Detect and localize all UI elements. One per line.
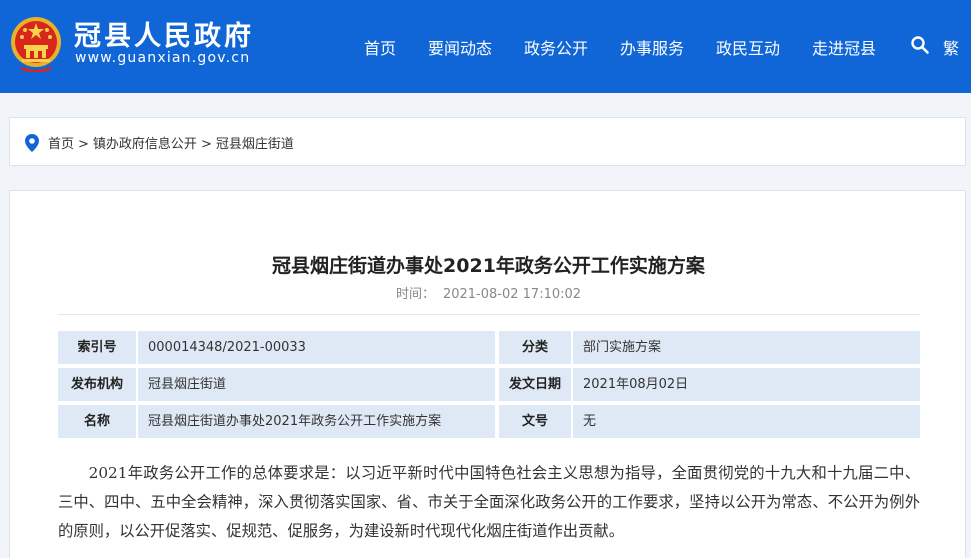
issue-date-label: 发文日期 — [499, 368, 571, 401]
nav-item-interaction[interactable]: 政民互动 — [716, 35, 780, 59]
breadcrumb-town-info[interactable]: 镇办政府信息公开 — [93, 137, 197, 152]
time-value: 2021-08-02 17:10:02 — [442, 287, 582, 302]
nav-item-news[interactable]: 要闻动态 — [428, 35, 492, 59]
breadcrumb-separator: > — [78, 137, 89, 152]
search-icon[interactable] — [910, 35, 930, 55]
article-body: 2021年政务公开工作的总体要求是：以习近平新时代中国特色社会主义思想为指导，全… — [58, 464, 920, 540]
location-pin-icon — [25, 134, 39, 152]
publisher-label: 发布机构 — [58, 368, 136, 401]
metadata-row: 索引号 000014348/2021-00033 分类 部门实施方案 — [58, 331, 920, 364]
metadata-row: 名称 冠县烟庄街道办事处2021年政务公开工作实施方案 文号 无 — [58, 405, 920, 438]
doc-name-label: 名称 — [58, 405, 136, 438]
doc-number-label: 文号 — [499, 405, 571, 438]
article-container: 冠县烟庄街道办事处2021年政务公开工作实施方案 时间： 2021-08-02 1… — [9, 190, 966, 558]
divider — [58, 314, 920, 315]
nav-item-home[interactable]: 首页 — [364, 35, 396, 59]
breadcrumb-separator: > — [200, 137, 212, 152]
breadcrumb-home[interactable]: 首页 — [48, 137, 74, 152]
doc-name-value: 冠县烟庄街道办事处2021年政务公开工作实施方案 — [138, 405, 495, 438]
main-nav: 首页 要闻动态 政务公开 办事服务 政民互动 走进冠县 — [0, 35, 971, 59]
breadcrumb: 首页 > 镇办政府信息公开 > 冠县烟庄街道 — [9, 117, 966, 166]
time-label: 时间： — [395, 287, 435, 302]
category-label: 分类 — [499, 331, 571, 364]
nav-item-gov-affairs[interactable]: 政务公开 — [524, 35, 588, 59]
index-number-label: 索引号 — [58, 331, 136, 364]
site-header: 冠县人民政府 www.guanxian.gov.cn 首页 要闻动态 政务公开 … — [0, 0, 971, 93]
traditional-chinese-toggle[interactable]: 繁 — [943, 35, 959, 59]
nav-item-about[interactable]: 走进冠县 — [812, 35, 876, 59]
article-title: 冠县烟庄街道办事处2021年政务公开工作实施方案 — [272, 255, 705, 277]
article-time: 时间： 2021-08-02 17:10:02 — [10, 283, 967, 302]
publisher-value: 冠县烟庄街道 — [138, 368, 495, 401]
issue-date-value: 2021年08月02日 — [573, 368, 920, 401]
breadcrumb-trail: 首页 > 镇办政府信息公开 > 冠县烟庄街道 — [48, 133, 294, 152]
nav-item-services[interactable]: 办事服务 — [620, 35, 684, 59]
breadcrumb-current[interactable]: 冠县烟庄街道 — [216, 137, 294, 152]
metadata-row: 发布机构 冠县烟庄街道 发文日期 2021年08月02日 — [58, 368, 920, 401]
doc-number-value: 无 — [573, 405, 920, 438]
category-value: 部门实施方案 — [573, 331, 920, 364]
index-number-value: 000014348/2021-00033 — [138, 331, 495, 364]
